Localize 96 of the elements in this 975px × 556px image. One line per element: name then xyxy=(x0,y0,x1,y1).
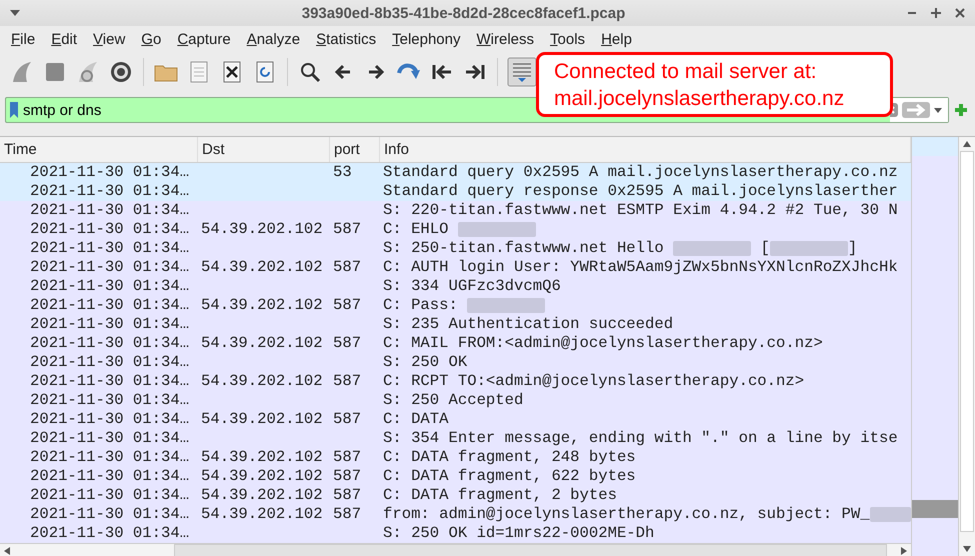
scroll-up-icon[interactable] xyxy=(963,141,971,147)
table-cell-text: C: Pass: xyxy=(383,296,459,315)
table-cell: 2021-11-30 01:34… xyxy=(30,505,190,524)
table-cell: 587 xyxy=(333,505,362,524)
dropdown-icon[interactable] xyxy=(934,108,942,112)
table-cell-text: S: 250-titan.fastwww.net Hello xyxy=(383,239,665,258)
table-cell: C: AUTH login User: YWRtaW5Aam9jZWx5bnNsYXNlcnRoZXJhcHk xyxy=(383,258,898,277)
table-cell: 54.39.202.102 xyxy=(201,448,323,467)
window-title: 393a90ed-8b35-41be-8d2d-28cec8facef1.pcap xyxy=(300,4,626,22)
table-cell: 2021-11-30 01:34… xyxy=(30,429,190,448)
table-cell: 587 xyxy=(333,296,362,315)
table-cell: S: 250 Accepted xyxy=(383,391,524,410)
table-cell: S: 235 Authentication succeeded xyxy=(383,315,674,334)
bookmark-icon[interactable] xyxy=(9,101,19,119)
table-cell: 54.39.202.102 xyxy=(201,220,323,239)
menu-item[interactable]: Analyze xyxy=(246,30,300,48)
autoscroll-icon[interactable] xyxy=(507,57,537,87)
table-cell: 587 xyxy=(333,258,362,277)
table-cell: 2021-11-30 01:34… xyxy=(30,258,190,277)
menu-item[interactable]: Telephony xyxy=(392,30,460,48)
table-cell: 587 xyxy=(333,220,362,239)
column-header[interactable]: port xyxy=(330,137,380,162)
table-cell: 54.39.202.102 xyxy=(201,505,323,524)
table-cell: S: 250 OK id=1mrs22-0002ME-Dh xyxy=(383,524,654,543)
table-cell: ] xyxy=(848,239,858,258)
table-cell: 54.39.202.102 xyxy=(201,296,323,315)
table-cell: 2021-11-30 01:34… xyxy=(30,296,190,315)
column-header[interactable]: Time xyxy=(0,137,198,162)
table-cell: 587 xyxy=(333,467,362,486)
table-cell: 2021-11-30 01:34… xyxy=(30,277,190,296)
packet-row[interactable]: 2021-11-30 01:34… Standard query response 0x2595 A mail.jocelynslaserther xyxy=(0,182,911,201)
table-cell: 54.39.202.102 xyxy=(201,486,323,505)
scroll-left-icon[interactable] xyxy=(4,547,10,555)
table-cell: 2021-11-30 01:34… xyxy=(30,372,190,391)
close-icon[interactable] xyxy=(955,8,965,18)
table-cell: C: DATA fragment, 622 bytes xyxy=(383,467,636,486)
window-menu-icon[interactable] xyxy=(10,10,20,16)
table-cell: 2021-11-30 01:34… xyxy=(30,391,190,410)
table-cell: 54.39.202.102 xyxy=(201,410,323,429)
table-cell: 2021-11-30 01:34… xyxy=(30,315,190,334)
table-cell: S: 334 UGFzc3dvcmQ6 xyxy=(383,277,561,296)
table-cell: 2021-11-30 01:34… xyxy=(30,163,190,182)
table-cell: 587 xyxy=(333,486,362,505)
table-cell: C: DATA xyxy=(383,410,449,429)
table-cell: 587 xyxy=(333,410,362,429)
table-cell: 2021-11-30 01:34… xyxy=(30,467,190,486)
table-cell: S: 250 OK xyxy=(383,353,468,372)
menu-item[interactable]: Wireless xyxy=(476,30,534,48)
table-cell: Standard query response 0x2595 A mail.jocelynslaserther xyxy=(383,182,898,201)
table-cell: C: MAIL FROM:<admin@jocelynslasertherapy.co.nz> xyxy=(383,334,823,353)
table-cell: 2021-11-30 01:34… xyxy=(30,410,190,429)
table-cell: 54.39.202.102 xyxy=(201,258,323,277)
menu-item[interactable]: View xyxy=(93,30,126,48)
table-cell: 2021-11-30 01:34… xyxy=(30,334,190,353)
menu-item[interactable]: File xyxy=(11,30,36,48)
scroll-down-icon[interactable] xyxy=(963,546,971,552)
menu-item[interactable]: Statistics xyxy=(316,30,376,48)
menu-item[interactable]: Tools xyxy=(550,30,586,48)
table-cell: S: 220-titan.fastwww.net ESMTP Exim 4.94.2 #2 Tue, 30 N xyxy=(383,201,898,220)
table-cell: S: 354 Enter message, ending with "." on a line by itse xyxy=(383,429,898,448)
table-cell: 2021-11-30 01:34… xyxy=(30,448,190,467)
callout-text: Connected to mail server at: xyxy=(554,58,818,84)
table-cell: 2021-11-30 01:34… xyxy=(30,353,190,372)
table-cell: Standard query 0x2595 A mail.jocelynslasertherapy.co.nz xyxy=(383,163,898,182)
menu-item[interactable]: Help xyxy=(601,30,632,48)
table-cell: 2021-11-30 01:34… xyxy=(30,239,190,258)
table-cell: 587 xyxy=(333,448,362,467)
table-cell: 2021-11-30 01:34… xyxy=(30,182,190,201)
table-cell: 53 xyxy=(333,163,352,182)
table-cell: C: DATA fragment, 248 bytes xyxy=(383,448,636,467)
table-cell: 54.39.202.102 xyxy=(201,467,323,486)
menu-item[interactable]: Capture xyxy=(177,30,231,48)
table-cell-text: [ xyxy=(759,239,770,258)
maximize-icon[interactable] xyxy=(931,8,941,18)
menu-item[interactable]: Edit xyxy=(51,30,78,48)
table-cell: 587 xyxy=(333,334,362,353)
table-cell: 2021-11-30 01:34… xyxy=(30,524,190,543)
table-cell: 587 xyxy=(333,372,362,391)
table-cell: 54.39.202.102 xyxy=(201,334,323,353)
table-cell: C: DATA fragment, 2 bytes xyxy=(383,486,617,505)
scrollbar-thumb[interactable] xyxy=(174,544,887,556)
table-cell: C: RCPT TO:<admin@jocelynslasertherapy.co.nz> xyxy=(383,372,804,391)
packet-row[interactable]: 2021-11-30 01:34… 53 Standard query 0x2595 A mail.jocelynslasertherapy.co.nz xyxy=(0,163,911,182)
table-cell: 2021-11-30 01:34… xyxy=(30,220,190,239)
table-cell: from: admin@jocelynslasertherapy.co.nz, subject: PW_ xyxy=(383,505,870,524)
table-cell: 54.39.202.102 xyxy=(201,372,323,391)
settings-icon[interactable] xyxy=(108,59,134,85)
menu-item[interactable]: Go xyxy=(141,30,162,48)
redaction-blur xyxy=(870,507,911,522)
scroll-right-icon[interactable] xyxy=(901,547,907,555)
scrollbar-thumb[interactable] xyxy=(960,151,974,532)
table-cell-text: C: EHLO xyxy=(383,220,450,239)
table-cell: 2021-11-30 01:34… xyxy=(30,201,190,220)
column-header[interactable]: Dst xyxy=(198,137,330,162)
add-icon[interactable] xyxy=(955,104,967,116)
table-cell: 2021-11-30 01:34… xyxy=(30,486,190,505)
